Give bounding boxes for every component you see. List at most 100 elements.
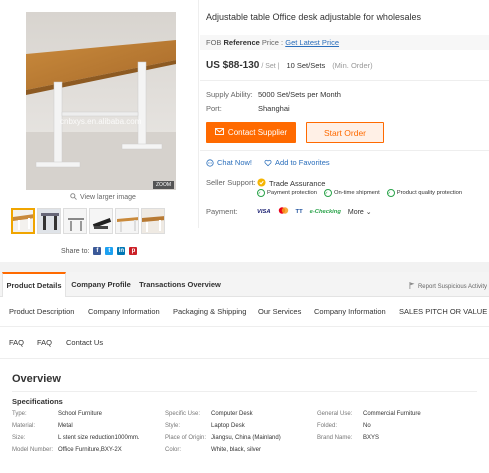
contact-supplier-button[interactable]: Contact Supplier: [206, 122, 296, 143]
get-latest-price-link[interactable]: Get Latest Price: [285, 38, 339, 47]
echecking-icon: e-Checking: [309, 208, 341, 215]
visa-icon: VISA: [257, 208, 271, 215]
add-to-favorites-link[interactable]: Add to Favorites: [264, 158, 330, 167]
product-title: Adjustable table Office desk adjustable …: [206, 12, 421, 22]
min-order: 10 Set/Sets: [286, 61, 326, 70]
spec-key: Model Number:: [12, 447, 54, 453]
spec-value: School Furniture: [58, 411, 103, 417]
envelope-icon: [214, 128, 224, 137]
shield-check-icon: ✓: [386, 189, 395, 197]
spec-key: Type:: [12, 411, 27, 417]
subnav-packaging-shipping[interactable]: Packaging & Shipping: [173, 307, 246, 316]
thumbnail-3[interactable]: [63, 208, 87, 234]
subnav-row-1: Product Description Company Information …: [0, 307, 489, 317]
pinterest-icon[interactable]: p: [129, 247, 138, 255]
supply-value: 5000 Set/Sets per Month: [258, 90, 341, 99]
spec-key: General Use:: [317, 411, 353, 417]
spec-key: Specific Use:: [165, 411, 201, 417]
overview-heading: Overview: [12, 373, 61, 385]
main-product-image[interactable]: cnbxys.en.alibaba.com ZOOM: [26, 12, 176, 190]
mastercard-icon: [278, 207, 289, 216]
spec-key: Color:: [165, 447, 182, 453]
on-time-shipment[interactable]: ✓ On-time shipment: [323, 189, 380, 197]
subnav-product-description[interactable]: Product Description: [9, 307, 74, 316]
divider: [0, 326, 489, 327]
price-divider: |: [277, 63, 282, 70]
zoom-badge[interactable]: ZOOM: [153, 181, 174, 189]
fob-reference: Reference: [223, 38, 260, 47]
report-suspicious-activity[interactable]: Report Suspicious Activity: [409, 282, 487, 291]
divider: [0, 358, 489, 359]
spec-value: Jiangsu, China (Mainland): [211, 435, 281, 441]
payment-methods: VISA TT e-Checking More ⌄: [257, 207, 372, 216]
spec-value: White, black, silver: [211, 447, 262, 453]
spec-key: Place of Origin:: [165, 435, 207, 441]
section-gap: [0, 262, 489, 272]
shield-check-icon: ✓: [257, 189, 265, 197]
spec-key: Folded:: [317, 423, 338, 429]
heart-icon: [264, 159, 272, 167]
subnav-our-services[interactable]: Our Services: [258, 307, 301, 316]
chat-now-link[interactable]: Chat Now!: [206, 158, 252, 167]
divider: [200, 80, 489, 81]
chevron-down-icon: ⌄: [365, 208, 372, 216]
more-label: More: [347, 208, 364, 216]
subnav-faq-2[interactable]: FAQ: [37, 338, 52, 347]
divider: [12, 391, 477, 392]
tt-icon: TT: [295, 208, 303, 215]
view-larger-label: View larger image: [80, 194, 136, 201]
payment-protection[interactable]: ✓ Payment protection: [257, 189, 317, 197]
guarantee-label: Payment protection: [267, 190, 317, 196]
min-order-note: (Min. Order): [332, 61, 373, 70]
fob-suffix: Price :: [261, 38, 284, 47]
subnav-company-information-2[interactable]: Company Information: [314, 307, 386, 316]
thumbnail-strip: [11, 208, 165, 234]
spec-value: Laptop Desk: [211, 423, 245, 429]
spec-key: Material:: [12, 423, 36, 429]
guarantee-label: On-time shipment: [333, 190, 380, 196]
spec-key: Style:: [165, 423, 181, 429]
share-label: Share to:: [61, 247, 90, 255]
thumbnail-5[interactable]: [115, 208, 139, 234]
trade-assurance-label: Trade Assurance: [269, 179, 326, 188]
subnav-row-2: FAQ FAQ Contact Us: [0, 338, 489, 348]
fob-label: FOB: [206, 38, 222, 47]
subnav-sales-pitch[interactable]: SALES PITCH OR VALUE: [399, 307, 487, 316]
tab-product-details[interactable]: Product Details: [2, 272, 66, 297]
spec-value: Office Furniture,BXY-2X: [58, 447, 122, 453]
facebook-icon[interactable]: f: [93, 247, 102, 255]
supply-label: Supply Ability:: [206, 90, 253, 99]
guarantee-label: Product quality protection: [396, 190, 463, 196]
spec-value: Commercial Furniture: [363, 411, 421, 417]
more-payment-link[interactable]: More ⌄: [348, 208, 372, 216]
shield-check-icon: ✓: [323, 189, 332, 197]
thumbnail-2[interactable]: [37, 208, 61, 234]
flag-icon: [409, 282, 415, 291]
trade-assurance[interactable]: Trade Assurance: [257, 178, 325, 189]
seller-support-label: Seller Support:: [206, 178, 256, 187]
chat-now-label: Chat Now!: [217, 158, 253, 167]
subnav-company-information[interactable]: Company Information: [88, 307, 160, 316]
start-order-button[interactable]: Start Order: [306, 122, 384, 143]
product-quality-protection[interactable]: ✓ Product quality protection: [386, 189, 463, 197]
thumbnail-4[interactable]: [89, 208, 113, 234]
thumbnail-1[interactable]: [11, 208, 35, 234]
twitter-icon[interactable]: t: [105, 247, 114, 255]
subnav-contact-us[interactable]: Contact Us: [66, 338, 103, 347]
add-to-favorites-label: Add to Favorites: [275, 158, 330, 167]
view-larger-link[interactable]: View larger image: [70, 193, 136, 202]
thumbnail-6[interactable]: [141, 208, 165, 234]
subnav-faq[interactable]: FAQ: [9, 338, 24, 347]
magnifier-icon: [70, 193, 77, 202]
divider: [200, 150, 489, 151]
tab-company-profile[interactable]: Company Profile: [68, 272, 134, 297]
tab-transactions-overview[interactable]: Transactions Overview: [137, 272, 223, 297]
linkedin-icon[interactable]: in: [117, 247, 126, 255]
fob-price-row: FOB Reference Price : Get Latest Price: [206, 38, 339, 47]
trade-assurance-icon: [257, 178, 266, 189]
spec-key: Size:: [12, 435, 26, 441]
spec-row: Model Number: Office Furniture,BXY-2X Co…: [0, 447, 489, 458]
port-value: Shanghai: [258, 104, 290, 113]
spec-value: Computer Desk: [211, 411, 253, 417]
specifications-title: Specifications: [12, 397, 63, 406]
